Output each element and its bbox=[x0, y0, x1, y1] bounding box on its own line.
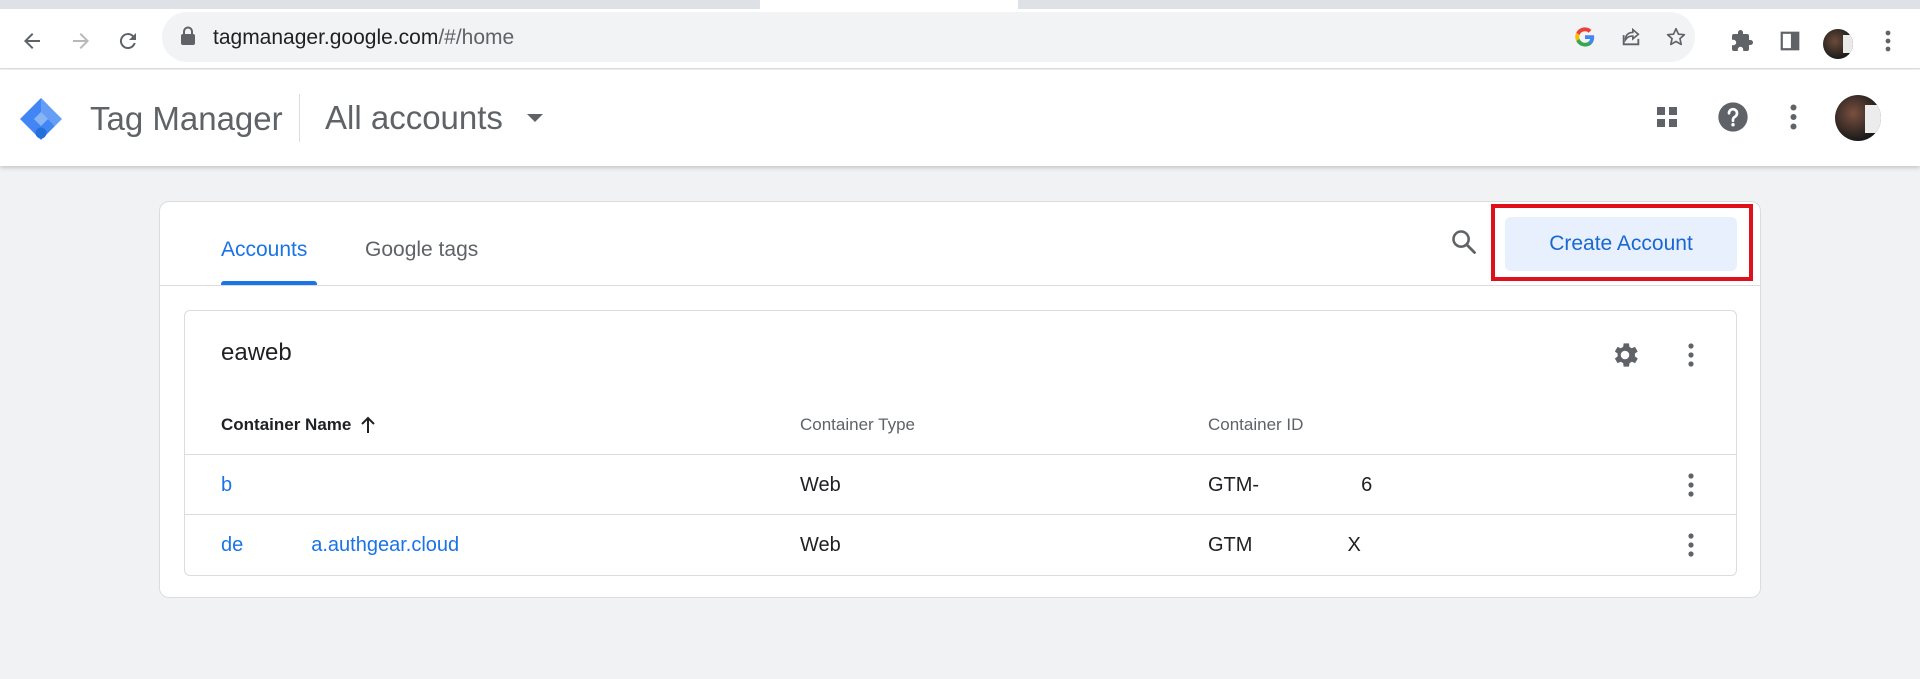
redaction bbox=[243, 534, 312, 556]
redaction bbox=[1259, 474, 1362, 496]
extensions-icon[interactable] bbox=[1724, 23, 1760, 59]
active-browser-tab[interactable] bbox=[760, 0, 1018, 9]
url-host: tagmanager.google.com bbox=[213, 26, 439, 49]
tabs-divider bbox=[160, 285, 1760, 286]
url-path: /#/home bbox=[438, 26, 515, 49]
column-header-label: Container Name bbox=[221, 415, 352, 434]
more-vert-icon[interactable] bbox=[1770, 94, 1816, 140]
container-name-text: a.authgear.cloud bbox=[311, 534, 460, 556]
account-name[interactable]: eaweb bbox=[221, 339, 292, 367]
forward-icon[interactable] bbox=[63, 23, 99, 59]
star-icon[interactable] bbox=[1662, 23, 1690, 51]
table-row: de a.authgear.cloud Web GTM X bbox=[185, 514, 1736, 574]
back-icon[interactable] bbox=[14, 23, 50, 59]
column-header-container-type: Container Type bbox=[800, 415, 915, 434]
container-name-text: de bbox=[221, 534, 244, 556]
more-vert-icon[interactable] bbox=[1870, 23, 1906, 59]
address-bar[interactable]: tagmanager.google.com/#/home bbox=[162, 12, 1695, 62]
more-vert-icon[interactable] bbox=[1669, 523, 1713, 567]
container-id-text: GTM- bbox=[1208, 474, 1260, 496]
browser-toolbar: tagmanager.google.com/#/home bbox=[0, 9, 1920, 69]
more-vert-icon[interactable] bbox=[1669, 463, 1713, 507]
container-id-text: 6 bbox=[1361, 474, 1373, 496]
create-account-button[interactable]: Create Account bbox=[1505, 217, 1737, 271]
container-id-text: X bbox=[1347, 534, 1361, 556]
gear-icon[interactable] bbox=[1603, 333, 1647, 377]
account-block: eaweb Container Name Container Type Cont… bbox=[184, 310, 1737, 576]
side-panel-icon[interactable] bbox=[1772, 23, 1808, 59]
header-divider bbox=[299, 94, 300, 142]
column-header-container-id: Container ID bbox=[1208, 415, 1304, 434]
container-name-link[interactable]: de a.authgear.cloud bbox=[221, 534, 459, 556]
profile-avatar[interactable] bbox=[1823, 29, 1853, 59]
help-icon[interactable] bbox=[1710, 94, 1756, 140]
account-switcher-label: All accounts bbox=[325, 99, 503, 136]
container-name-link[interactable]: b bbox=[221, 474, 232, 496]
sort-ascending-icon bbox=[361, 416, 376, 433]
url-text: tagmanager.google.com/#/home bbox=[213, 27, 514, 49]
accounts-card: Accounts Google tags Create Account eawe… bbox=[159, 201, 1761, 598]
container-id-text: GTM bbox=[1208, 534, 1253, 556]
column-header-container-name[interactable]: Container Name bbox=[221, 415, 376, 435]
table-row: b Web GTM- 6 bbox=[185, 454, 1736, 514]
more-vert-icon[interactable] bbox=[1669, 333, 1713, 377]
dropdown-arrow-icon bbox=[526, 114, 543, 122]
reload-icon[interactable] bbox=[110, 23, 146, 59]
share-icon[interactable] bbox=[1617, 23, 1645, 51]
apps-grid-icon[interactable] bbox=[1644, 94, 1690, 140]
tab-google-tags[interactable]: Google tags bbox=[365, 238, 478, 262]
browser-tabstrip bbox=[0, 0, 1920, 9]
tab-accounts[interactable]: Accounts bbox=[221, 238, 307, 262]
container-id: GTM- 6 bbox=[1208, 474, 1372, 496]
google-icon[interactable] bbox=[1571, 23, 1599, 51]
account-switcher[interactable]: All accounts bbox=[325, 92, 543, 144]
container-id: GTM X bbox=[1208, 534, 1361, 556]
container-type: Web bbox=[800, 534, 841, 556]
lock-icon[interactable] bbox=[180, 26, 196, 51]
account-avatar[interactable] bbox=[1835, 95, 1881, 141]
product-name: Tag Manager bbox=[90, 100, 283, 137]
search-icon[interactable] bbox=[1442, 220, 1486, 264]
redaction bbox=[1252, 534, 1348, 556]
container-type: Web bbox=[800, 474, 841, 496]
container-name-text: b bbox=[221, 474, 233, 496]
app-header: Tag Manager All accounts bbox=[0, 70, 1920, 166]
tag-manager-logo-icon[interactable] bbox=[18, 96, 64, 142]
